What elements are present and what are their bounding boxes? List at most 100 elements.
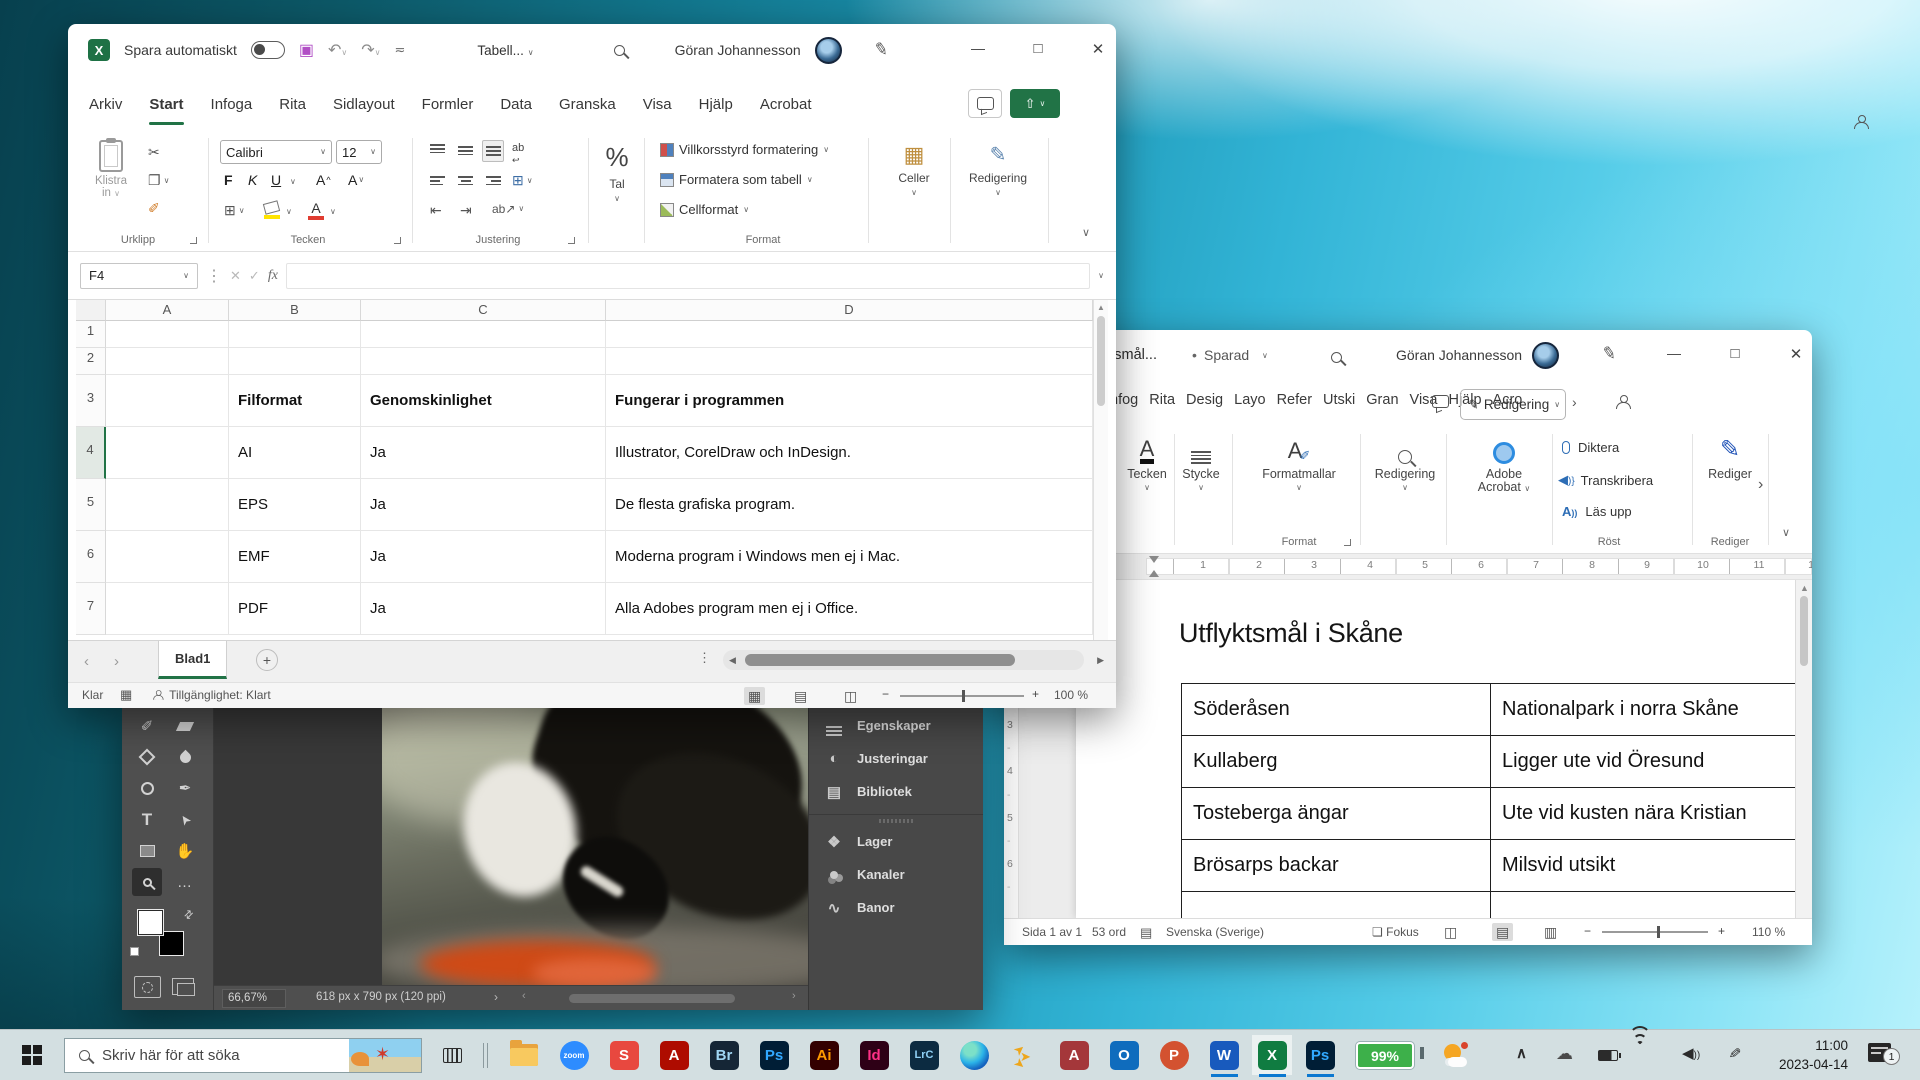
word-user-name[interactable]: Göran Johannesson [1396,347,1522,363]
presenter-pen-icon[interactable]: ✎ [872,39,890,61]
blur-tool[interactable] [170,743,200,771]
transcribe-button[interactable]: ◀)} Transkribera [1558,472,1653,488]
table-cell[interactable]: Kullaberg [1182,736,1491,787]
excel-tab-visa[interactable]: Visa [643,96,672,113]
dodge-tool[interactable] [132,774,162,802]
font-color-button[interactable]: A [308,200,324,220]
cell[interactable]: Ja [361,583,606,635]
normal-view-icon[interactable]: ▦ [744,687,765,705]
sheet-tab-blad1[interactable]: Blad1 [158,641,227,679]
sheet-next-arrow[interactable]: › [114,653,119,670]
cancel-icon[interactable]: ✕ [230,268,241,284]
table-row[interactable]: Tosteberga ängar Ute vid kusten nära Kri… [1182,788,1795,840]
font-dialog-launcher[interactable] [394,237,401,244]
close-button[interactable]: ✕ [1776,345,1816,363]
zoom-level[interactable]: 110 % [1752,925,1785,939]
word-tab-layout[interactable]: Layo [1234,392,1265,408]
hanging-indent-marker[interactable] [1149,565,1159,577]
editing-group-button[interactable]: ✎ Redigering ∨ [960,142,1036,197]
acrobat-button[interactable]: A [654,1035,694,1075]
cell[interactable]: Ja [361,531,606,583]
scroll-up-arrow[interactable]: ▲ [1097,303,1105,312]
formula-bar-expand-chevron[interactable]: ∨ [1098,272,1104,280]
format-as-table-button[interactable]: Formatera som tabell∨ [660,172,813,187]
excel-grid[interactable]: A B C D 1 2 3 Filformat Genomskinlighet … [68,300,1116,640]
panel-drag-handle[interactable] [879,819,913,823]
accessibility-status[interactable]: Tillgänglighet: Klart [150,688,271,702]
pen-tool[interactable]: ✒ [170,774,200,802]
underline-button[interactable]: U [271,172,281,188]
lightroom-button[interactable]: LrC [904,1035,944,1075]
hscroll-left-arrow[interactable]: ‹ [522,990,526,1002]
cell[interactable]: Genomskinlighet [361,375,606,427]
avatar[interactable] [815,37,842,64]
minimize-button[interactable]: — [1654,345,1694,361]
weather-widget[interactable] [1436,1035,1476,1075]
yellow-arrows-app-button[interactable]: ➤➤➤ [1004,1035,1044,1075]
excel-tab-rita[interactable]: Rita [279,96,306,113]
paragraph-group-button[interactable]: Stycke∨ [1175,434,1227,492]
page-layout-view-icon[interactable]: ▤ [794,687,807,705]
share-button[interactable]: ⇧∨ [1010,89,1060,118]
row-header[interactable]: 4 [76,427,106,479]
default-colors-icon[interactable] [130,947,139,956]
table-row[interactable]: Kullaberg Ligger ute vid Öresund [1182,736,1795,788]
table-row-partial[interactable] [1182,892,1795,918]
type-tool[interactable]: T [132,806,162,834]
font-name-combo[interactable]: Calibri∨ [220,140,332,164]
scroll-up-arrow[interactable]: ▲ [1800,583,1809,593]
cell[interactable]: Filformat [229,375,361,427]
row-header[interactable]: 5 [76,479,106,531]
sheet-row-selected[interactable]: 4 AI Ja Illustrator, CorelDraw och InDes… [76,427,1116,479]
ribbon-collapse-chevron[interactable]: ∨ [1782,528,1790,539]
hand-tool[interactable]: ✋ [170,837,200,865]
panel-bibliotek[interactable]: ▤ Bibliotek [809,775,983,808]
hscroll-thumb[interactable] [569,994,735,1003]
excel-tab-hjalp[interactable]: Hjälp [699,96,733,113]
onedrive-icon[interactable]: ☁ [1556,1044,1573,1064]
cell[interactable] [606,321,1093,348]
grid-vscrollbar[interactable]: ▲ [1093,300,1108,640]
search-icon[interactable] [1331,352,1342,363]
file-explorer-button[interactable] [504,1035,544,1075]
cell[interactable] [106,427,229,479]
zoom-out-button[interactable]: − [882,687,889,701]
swap-colors-icon[interactable]: ⇄ [181,907,197,923]
decrease-indent-button[interactable]: ⇤ [430,202,442,219]
enter-icon[interactable]: ✓ [249,268,260,284]
editing-group-button[interactable]: Redigering∨ [1373,434,1437,492]
zoom-in-button[interactable]: + [1718,924,1725,938]
borders-button[interactable]: ⊞∨ [224,202,245,219]
cell[interactable] [106,348,229,375]
excel-tab-granska[interactable]: Granska [559,96,616,113]
align-right-button[interactable] [486,176,501,185]
table-cell[interactable]: Brösarps backar [1182,840,1491,891]
ribbon-collapse-chevron[interactable]: ∨ [1082,228,1090,239]
table-row[interactable]: Söderåsen Nationalpark i norra Skåne [1182,684,1795,736]
illustrator-button[interactable]: Ai [804,1035,844,1075]
excel-tab-infoga[interactable]: Infoga [211,96,253,113]
hscroll-thumb[interactable] [745,654,1015,666]
increase-indent-button[interactable]: ⇥ [460,202,472,219]
table-cell[interactable]: Milsvid utsikt [1491,840,1795,891]
zoom-slider-thumb[interactable] [962,690,965,702]
comments-icon[interactable] [1432,395,1449,408]
battery-widget[interactable]: 99% [1356,1042,1414,1069]
ps-canvas[interactable] [214,704,808,985]
tray-expand-chevron[interactable]: ∧ [1516,1044,1527,1062]
scrollbar-thumb[interactable] [1097,316,1105,406]
editor-button[interactable]: ✎ Rediger [1704,434,1756,481]
edge-button[interactable] [954,1035,994,1075]
panel-lager[interactable]: ❖ Lager [809,825,983,858]
cell[interactable] [361,348,606,375]
web-layout-icon[interactable]: ▥ [1544,923,1557,941]
close-button[interactable]: ✕ [1078,40,1118,58]
ps-status-menu-arrow[interactable]: › [494,990,498,1004]
cell[interactable]: PDF [229,583,361,635]
zoom-tool[interactable] [132,868,162,896]
cell[interactable]: EPS [229,479,361,531]
document-scrollbar[interactable]: ▲ [1795,580,1812,918]
smartsheet-button[interactable]: S [604,1035,644,1075]
row-header[interactable]: 1 [76,321,106,348]
word-ruler[interactable]: 1 2 3 4 5 6 7 8 9 10 11 12 [1004,554,1812,580]
